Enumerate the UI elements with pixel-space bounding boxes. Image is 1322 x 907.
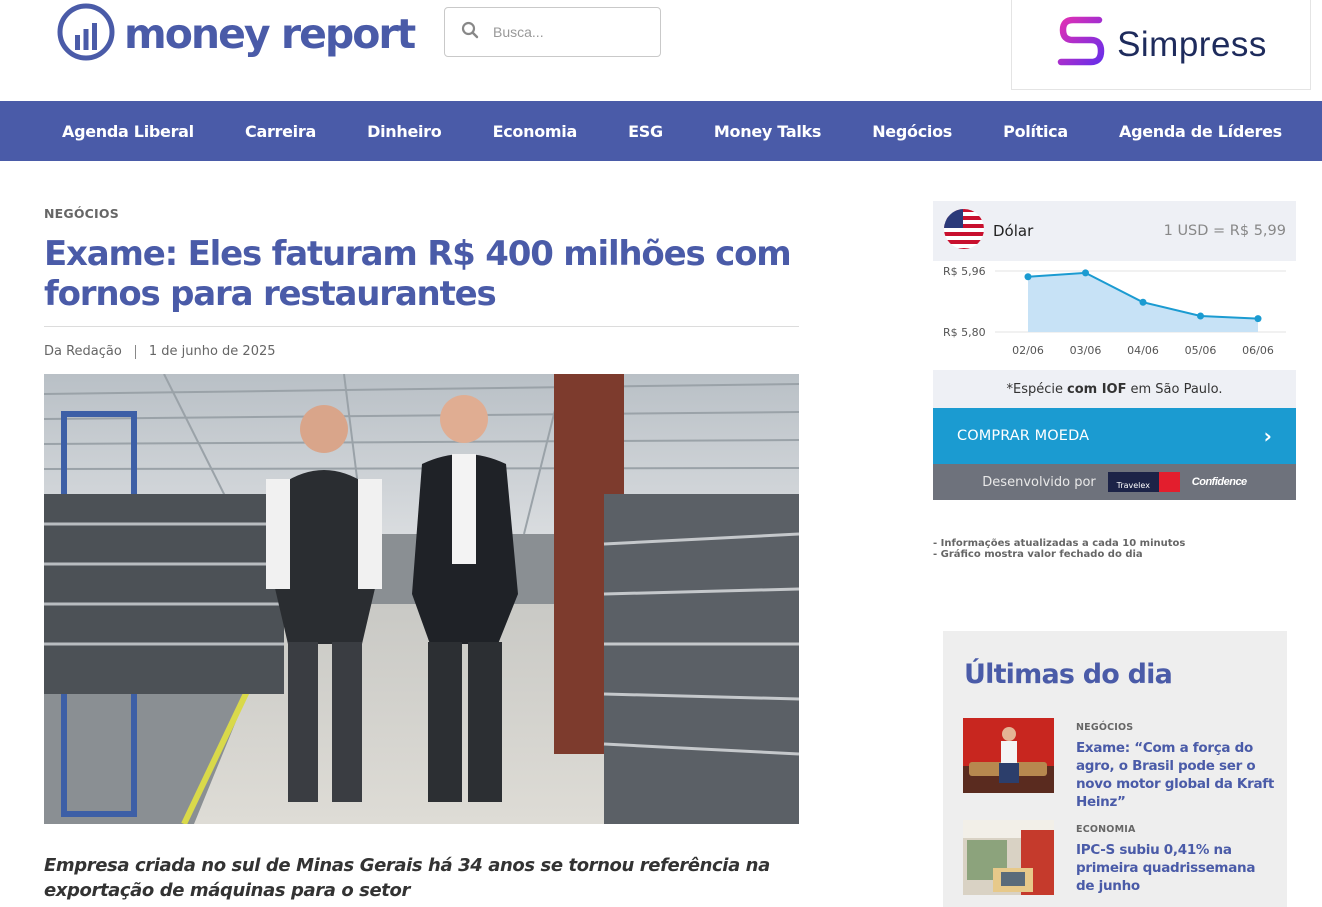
buy-currency-label: COMPRAR MOEDA xyxy=(957,428,1090,444)
search-icon[interactable] xyxy=(461,21,479,44)
news-item[interactable]: ECONOMIA IPC-S subiu 0,41% na primeira q… xyxy=(963,820,1276,895)
chart-x-tick-label: 03/06 xyxy=(1070,344,1102,357)
us-flag-icon xyxy=(943,208,985,255)
developed-by: Desenvolvido por Travelex Confidence xyxy=(933,464,1296,500)
news-title[interactable]: IPC-S subiu 0,41% na primeira quadrissem… xyxy=(1076,841,1276,895)
nav-item-dinheiro[interactable]: Dinheiro xyxy=(367,122,442,141)
news-thumbnail[interactable] xyxy=(963,718,1054,793)
currency-note-pre: *Espécie xyxy=(1006,381,1063,397)
news-title[interactable]: Exame: “Com a força do agro, o Brasil po… xyxy=(1076,739,1276,811)
currency-info-line: - Gráfico mostra valor fechado do dia xyxy=(933,549,1143,560)
travelex-logo[interactable]: Travelex xyxy=(1107,472,1180,492)
nav-item-money-talks[interactable]: Money Talks xyxy=(714,122,821,141)
article-photo xyxy=(44,374,799,824)
chart-point xyxy=(1024,273,1032,281)
currency-widget: Dólar 1 USD = R$ 5,99 R$ 5,96 R$ 5,80 02/0… xyxy=(933,201,1296,500)
chart-point xyxy=(1082,269,1089,277)
article-meta: Da Redação 1 de junho de 2025 xyxy=(44,344,276,359)
currency-name: Dólar xyxy=(993,222,1034,240)
site-logo[interactable]: money report xyxy=(56,2,416,67)
chevron-right-icon: › xyxy=(1263,424,1272,448)
article-category[interactable]: NEGÓCIOS xyxy=(44,206,119,221)
currency-header: Dólar 1 USD = R$ 5,99 xyxy=(933,201,1296,261)
currency-note-bold: com IOF xyxy=(1066,381,1127,397)
currency-info: - Informações atualizadas a cada 10 minu… xyxy=(933,538,1185,560)
chart-x-tick-label: 05/06 xyxy=(1185,344,1217,357)
nav-item-agenda-de-lideres[interactable]: Agenda de Líderes xyxy=(1119,122,1282,141)
search-box[interactable] xyxy=(444,7,661,57)
nav-item-carreira[interactable]: Carreira xyxy=(245,122,316,141)
buy-currency-button[interactable]: COMPRAR MOEDA › xyxy=(933,408,1296,464)
news-category[interactable]: NEGÓCIOS xyxy=(1076,722,1276,733)
ad-banner[interactable]: Simpress xyxy=(1011,0,1311,90)
currency-rate: 1 USD = R$ 5,99 xyxy=(1163,223,1286,239)
chart-point xyxy=(1197,312,1204,320)
developed-by-label: Desenvolvido por xyxy=(982,474,1096,490)
main-nav: Agenda Liberal Carreira Dinheiro Economi… xyxy=(0,101,1322,161)
currency-chart: R$ 5,96 R$ 5,80 02/06 03/06 04/06 05/06 06/06 xyxy=(933,261,1296,370)
meta-separator xyxy=(134,344,136,359)
nav-item-economia[interactable]: Economia xyxy=(493,122,578,141)
title-divider xyxy=(44,326,799,327)
currency-info-line: - Informações atualizadas a cada 10 minu… xyxy=(933,538,1186,549)
news-thumbnail[interactable] xyxy=(963,820,1054,895)
article-date: 1 de junho de 2025 xyxy=(148,344,276,359)
nav-item-agenda-liberal[interactable]: Agenda Liberal xyxy=(62,122,194,141)
chart-point xyxy=(1139,298,1147,306)
article-lead: Empresa criada no sul de Minas Gerais há… xyxy=(44,855,770,901)
nav-item-esg[interactable]: ESG xyxy=(628,122,663,141)
travelex-logo-text: Travelex xyxy=(1107,472,1159,492)
currency-note: *Espécie com IOF em São Paulo. xyxy=(933,370,1296,408)
simpress-logo-icon xyxy=(1055,14,1107,75)
travelex-logo-mark xyxy=(1158,472,1180,492)
latest-news-title: Últimas do dia xyxy=(964,659,1173,690)
chart-x-tick-label: 06/06 xyxy=(1242,344,1274,357)
news-category[interactable]: ECONOMIA xyxy=(1076,824,1276,835)
article-author[interactable]: Da Redação xyxy=(44,344,122,359)
article-title: Exame: Eles faturam R$ 400 milhões com f… xyxy=(44,234,792,314)
chart-x-tick-label: 02/06 xyxy=(1012,344,1044,357)
news-item[interactable]: NEGÓCIOS Exame: “Com a força do agro, o … xyxy=(963,718,1276,811)
chart-x-tick-label: 04/06 xyxy=(1127,344,1159,357)
confidence-logo[interactable]: Confidence xyxy=(1192,476,1247,488)
ad-text: Simpress xyxy=(1117,24,1267,64)
nav-item-politica[interactable]: Política xyxy=(1003,122,1068,141)
chart-y-tick-label: R$ 5,80 xyxy=(943,326,986,339)
latest-news-box: Últimas do dia NEGÓCIOS Exame: “Com a fo… xyxy=(943,631,1287,907)
chart-y-tick-label: R$ 5,96 xyxy=(943,265,986,278)
site-logo-text: money report xyxy=(124,9,416,58)
search-input[interactable] xyxy=(493,24,643,40)
chart-point xyxy=(1254,315,1262,323)
nav-item-negocios[interactable]: Negócios xyxy=(872,122,952,141)
currency-note-post: em São Paulo. xyxy=(1130,381,1223,397)
bar-chart-logo-icon xyxy=(56,2,116,67)
currency-chart-svg: R$ 5,96 R$ 5,80 02/06 03/06 04/06 05/06 06/06 xyxy=(943,265,1286,357)
